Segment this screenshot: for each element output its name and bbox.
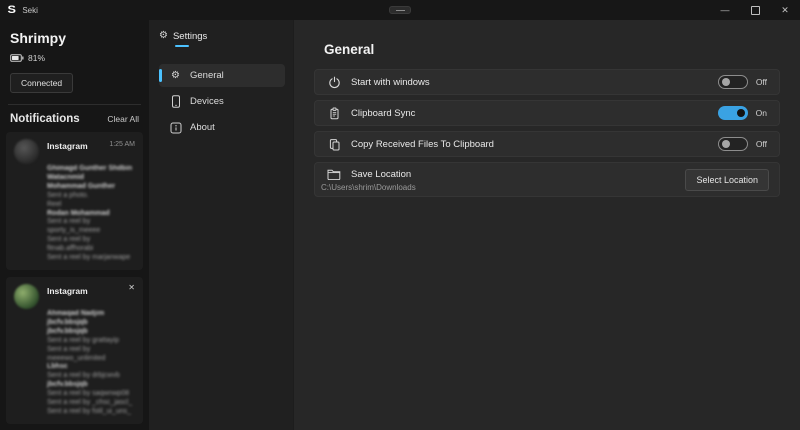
notification-head: Instagram 1:25 AM xyxy=(14,139,135,164)
copy-to-clipboard-icon xyxy=(327,138,341,151)
notification-line: jbcfv.bbsjqb xyxy=(47,381,135,390)
clipboard-sync-toggle[interactable] xyxy=(718,106,748,120)
setting-label: Start with windows xyxy=(351,77,430,88)
notification-app: Instagram xyxy=(47,141,88,151)
notification-line: Sent a reel by saqwnwp08 xyxy=(47,390,135,399)
setting-row-clipboard-sync: Clipboard Sync On xyxy=(314,100,780,126)
app-window: S Seki — ✕ Shrimpy 81% Connected xyxy=(0,0,800,430)
notification-meta: Instagram 1:25 AM xyxy=(47,139,135,151)
setting-row-start-with-windows: Start with windows Off xyxy=(314,69,780,95)
main-panel: General Start with windows Off xyxy=(293,20,800,430)
minimize-button[interactable]: — xyxy=(710,0,740,20)
clipboard-icon xyxy=(327,107,341,120)
device-name: Shrimpy xyxy=(10,30,139,46)
setting-label: Copy Received Files To Clipboard xyxy=(351,139,494,150)
setting-label: Save Location xyxy=(351,169,411,180)
sidebar: Shrimpy 81% Connected Notifications Clea… xyxy=(0,20,149,430)
notification-line: Reel xyxy=(47,201,135,210)
notification-card[interactable]: ✕ Instagram Ahmaqad Nadjim jbcfv.bbsjqbj… xyxy=(6,277,143,424)
close-button[interactable]: ✕ xyxy=(770,0,800,20)
settings-gear-icon: ⚙ xyxy=(159,31,168,41)
device-panel: Shrimpy 81% Connected xyxy=(0,26,149,93)
notification-line: Sent a reel by sporty_is_meeee xyxy=(47,218,135,236)
notifications-title: Notifications xyxy=(10,113,80,125)
connection-status-badge: Connected xyxy=(10,73,73,93)
app-title: Seki xyxy=(22,6,38,15)
nav-item-about[interactable]: About xyxy=(159,116,285,139)
titlebar: S Seki — ✕ xyxy=(0,0,800,20)
battery-icon xyxy=(10,52,24,64)
notification-card[interactable]: Instagram 1:25 AM Ghimagd Gunther Shdbin… xyxy=(6,132,143,270)
maximize-icon xyxy=(751,6,760,15)
avatar xyxy=(14,284,39,309)
active-tab-indicator xyxy=(175,45,189,48)
setting-row-save-location: Save Location C:\Users\shrim\Downloads S… xyxy=(314,162,780,197)
drag-handle-dash xyxy=(396,10,405,11)
notification-app: Instagram xyxy=(47,286,88,296)
notification-line: Sent a reel by drbjcwvb xyxy=(47,372,135,381)
notification-line: Mohammad Gunther xyxy=(47,183,135,192)
battery-percent: 81% xyxy=(28,53,45,63)
tab-settings[interactable]: ⚙ Settings xyxy=(159,31,207,48)
app-logo-icon: S xyxy=(7,4,15,16)
notification-body: Ahmaqad Nadjim jbcfv.bbsjqbjbcfv.bbsjqbS… xyxy=(47,310,135,417)
close-icon[interactable]: ✕ xyxy=(128,284,135,292)
maximize-button[interactable] xyxy=(740,0,770,20)
notification-line: Sent a reel by grattayip xyxy=(47,337,135,346)
nav-item-label: Devices xyxy=(190,96,224,107)
notification-line: Ahmaqad Nadjim jbcfv.bbsjqb xyxy=(47,310,135,328)
toggle-state-label: Off xyxy=(756,139,767,149)
avatar xyxy=(14,139,39,164)
power-icon xyxy=(327,76,341,89)
notification-line: Sent a reel by marjanwape xyxy=(47,254,135,263)
info-icon xyxy=(169,122,182,134)
nav-item-general[interactable]: ⚙ General xyxy=(159,64,285,87)
drag-handle[interactable] xyxy=(389,6,411,14)
notification-line: Sent a reel by meeewo_unlimited xyxy=(47,346,135,364)
notification-body: Ghimagd Gunther Shdbin WatacnmidMohammad… xyxy=(47,165,135,263)
notification-list: Instagram 1:25 AM Ghimagd Gunther Shdbin… xyxy=(0,130,149,430)
notification-line: Sent a photo. xyxy=(47,192,135,201)
select-location-button[interactable]: Select Location xyxy=(685,169,769,191)
notification-line: Sent a reel by fitnab.affhorabi xyxy=(47,236,135,254)
notification-line: Lbhsc xyxy=(47,363,135,372)
battery-row: 81% xyxy=(10,52,139,64)
nav-item-label: General xyxy=(190,70,224,81)
folder-icon xyxy=(327,168,341,180)
settings-rows: Start with windows Off xyxy=(314,69,780,197)
notification-time: 1:25 AM xyxy=(109,141,135,148)
settings-nav-column: ⚙ Settings ⚙ General D xyxy=(149,20,293,430)
smartphone-icon xyxy=(169,95,182,108)
nav-item-devices[interactable]: Devices xyxy=(159,90,285,113)
notification-line: Sent a reel by _chsc_jascl_ xyxy=(47,399,135,408)
settings-tab-label: Settings xyxy=(173,31,207,42)
settings-nav-list: ⚙ General Devices xyxy=(159,64,285,139)
notification-line: Ghimagd Gunther Shdbin Watacnmid xyxy=(47,165,135,183)
setting-row-copy-received-files: Copy Received Files To Clipboard Off xyxy=(314,131,780,157)
clear-all-button[interactable]: Clear All xyxy=(107,114,139,124)
notification-line: Sent a reel by fstil_ui_uns_ xyxy=(47,408,135,417)
content: Shrimpy 81% Connected Notifications Clea… xyxy=(0,20,800,430)
start-with-windows-toggle[interactable] xyxy=(718,75,748,89)
notifications-header: Notifications Clear All xyxy=(0,105,149,130)
window-controls: — ✕ xyxy=(710,0,800,20)
setting-label: Clipboard Sync xyxy=(351,108,415,119)
gear-icon: ⚙ xyxy=(169,71,182,81)
nav-item-label: About xyxy=(190,122,215,133)
copy-received-files-toggle[interactable] xyxy=(718,137,748,151)
notification-head: Instagram xyxy=(14,284,135,309)
toggle-state-label: On xyxy=(756,108,767,118)
notification-meta: Instagram xyxy=(47,284,135,296)
notification-line: jbcfv.bbsjqb xyxy=(47,328,135,337)
toggle-state-label: Off xyxy=(756,77,767,87)
notification-line: Rodan Mohammad xyxy=(47,210,135,219)
page-title: General xyxy=(324,42,780,57)
